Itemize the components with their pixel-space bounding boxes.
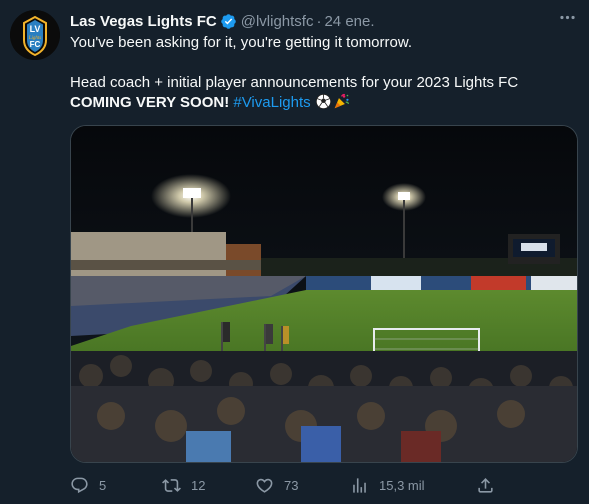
party-popper-icon: [334, 93, 349, 109]
tweet-date[interactable]: 24 ene.: [324, 13, 374, 30]
reply-button[interactable]: 5: [70, 472, 106, 498]
views-button[interactable]: 15,3 mil: [350, 472, 425, 498]
logo-fc-text: FC: [30, 40, 41, 49]
tweet-line-2: Head coach + initial player announcement…: [70, 73, 570, 113]
reply-icon: [71, 477, 88, 493]
hashtag-link[interactable]: #VivaLights: [233, 94, 310, 111]
soccer-ball-icon: [315, 93, 331, 110]
user-handle[interactable]: @lvlightsfc: [241, 13, 314, 30]
lights-fc-logo: LV Lights FC: [10, 10, 60, 60]
retweet-icon: [162, 478, 181, 492]
views-chart-icon: [353, 477, 366, 493]
tweet-media-image[interactable]: [70, 125, 578, 463]
retweet-count: 12: [191, 477, 206, 493]
stadium-photo: [71, 126, 577, 462]
tweet-emphasis: COMING VERY SOON!: [70, 94, 230, 111]
header-separator: ·: [316, 12, 322, 30]
tweet-text: You've been asking for it, you're gettin…: [70, 33, 570, 113]
share-icon: [478, 477, 493, 493]
share-button[interactable]: [476, 472, 505, 498]
more-options-icon[interactable]: [557, 8, 577, 28]
reply-count: 5: [99, 477, 107, 493]
like-button[interactable]: 73: [255, 472, 298, 498]
retweet-button[interactable]: 12: [162, 472, 205, 498]
views-count: 15,3 mil: [379, 477, 425, 493]
verified-badge-icon: [220, 13, 237, 30]
avatar[interactable]: LV Lights FC: [10, 10, 60, 60]
tweet-line-2-text: Head coach + initial player announcement…: [70, 74, 519, 91]
like-count: 73: [284, 477, 299, 493]
tweet-line-1: You've been asking for it, you're gettin…: [70, 34, 413, 51]
display-name[interactable]: Las Vegas Lights FC: [70, 13, 217, 30]
tweet-actions: 5 12 73 15,3 mil: [70, 472, 580, 498]
heart-icon: [256, 478, 273, 493]
tweet-header: Las Vegas Lights FC @lvlightsfc · 24 ene…: [70, 10, 580, 32]
logo-lv-text: LV: [30, 24, 41, 34]
